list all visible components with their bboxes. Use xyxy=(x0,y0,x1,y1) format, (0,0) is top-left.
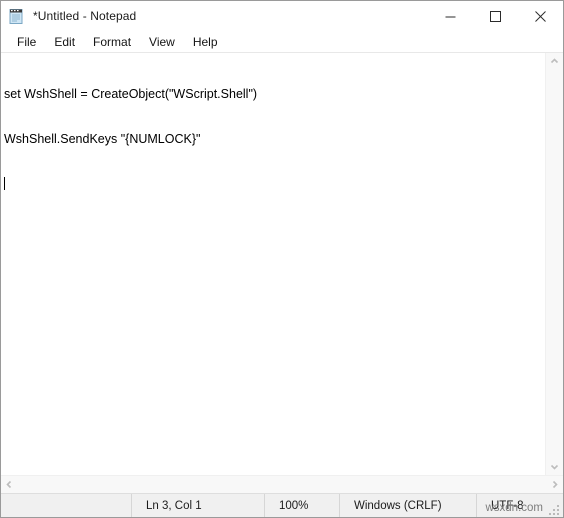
code-line-2: WshShell.SendKeys "{NUMLOCK}" xyxy=(4,132,201,146)
status-cursor-position: Ln 3, Col 1 xyxy=(131,494,264,517)
menu-item-view[interactable]: View xyxy=(140,32,184,52)
title-bar-left: *Untitled - Notepad xyxy=(1,8,428,25)
minimize-button[interactable] xyxy=(428,1,473,31)
editor-area: set WshShell = CreateObject("WScript.She… xyxy=(1,53,563,493)
title-bar[interactable]: *Untitled - Notepad xyxy=(1,1,563,31)
status-bar: Ln 3, Col 1 100% Windows (CRLF) UTF-8 ws… xyxy=(1,493,563,517)
resize-grip-icon[interactable] xyxy=(549,503,561,515)
close-button[interactable] xyxy=(518,1,563,31)
status-bar-spacer xyxy=(1,494,131,517)
chevron-right-icon[interactable] xyxy=(546,476,563,493)
code-line-3 xyxy=(4,177,545,192)
menu-item-help[interactable]: Help xyxy=(184,32,227,52)
menu-item-format[interactable]: Format xyxy=(84,32,140,52)
status-line-ending: Windows (CRLF) xyxy=(339,494,476,517)
window-controls xyxy=(428,1,563,31)
text-caret xyxy=(4,177,5,190)
menu-bar: File Edit Format View Help xyxy=(1,31,563,53)
text-editor[interactable]: set WshShell = CreateObject("WScript.She… xyxy=(1,53,545,475)
status-zoom-level[interactable]: 100% xyxy=(264,494,339,517)
horizontal-scrollbar[interactable] xyxy=(1,475,563,493)
menu-item-edit[interactable]: Edit xyxy=(45,32,84,52)
notepad-window: *Untitled - Notepad File Edit Format Vie… xyxy=(0,0,564,518)
chevron-down-icon[interactable] xyxy=(546,458,563,475)
chevron-up-icon[interactable] xyxy=(546,53,563,70)
notepad-icon xyxy=(8,8,25,25)
editor-row: set WshShell = CreateObject("WScript.She… xyxy=(1,53,563,475)
menu-item-file[interactable]: File xyxy=(8,32,45,52)
code-line-1: set WshShell = CreateObject("WScript.She… xyxy=(4,87,258,101)
maximize-button[interactable] xyxy=(473,1,518,31)
chevron-left-icon[interactable] xyxy=(1,476,18,493)
watermark: wsxdn.com xyxy=(485,502,543,514)
vertical-scrollbar[interactable] xyxy=(545,53,563,475)
window-title: *Untitled - Notepad xyxy=(33,9,137,23)
